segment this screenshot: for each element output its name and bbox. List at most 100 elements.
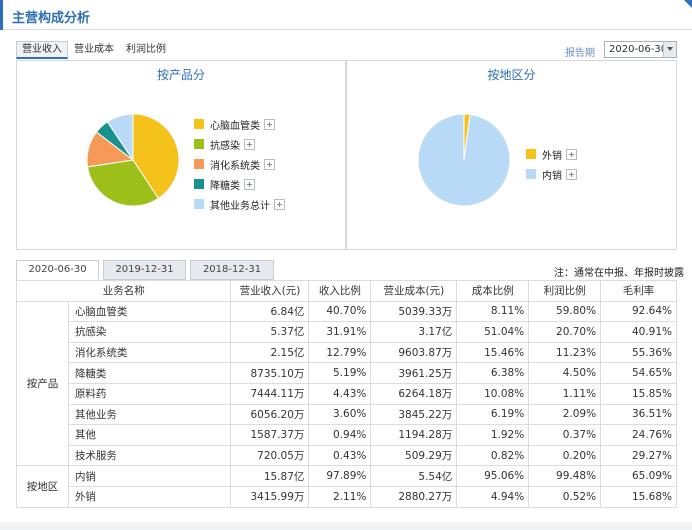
row-value: 40.91% [600, 321, 677, 343]
legend-item[interactable]: 降糖类 [194, 174, 285, 194]
table-row: 抗感染 5.37亿 31.91% 3.17亿 51.04% 20.70% 40.91% [17, 321, 677, 343]
row-value: 7444.11万 [230, 382, 310, 405]
title-accent [0, 0, 3, 30]
pie-slice[interactable] [417, 113, 511, 207]
composition-table: 业务名称 营业收入(元) 收入比例 营业成本(元) 成本比例 利润比例 毛利率 … [15, 280, 677, 508]
row-value: 0.20% [528, 444, 602, 467]
row-business-name: 其他 [67, 424, 232, 446]
legend-label: 外销 [542, 150, 562, 162]
legend-label: 其他业务总计 [210, 200, 270, 212]
legend-label: 抗感染 [210, 140, 240, 152]
header-business-name: 业务名称 [15, 280, 232, 302]
disclosure-note: 注：通常在中报、年报时披露 [554, 268, 684, 279]
row-business-name: 外销 [67, 485, 232, 508]
report-period-select[interactable]: 2020-06-30 [604, 41, 677, 58]
row-value: 36.51% [600, 403, 677, 426]
legend-swatch [194, 119, 204, 129]
row-value: 15.87亿 [230, 465, 310, 487]
expand-plus-icon[interactable] [274, 198, 285, 210]
row-business-name: 消化系统类 [67, 341, 232, 364]
row-value: 720.05万 [230, 444, 310, 467]
report-period-label: 报告期 [565, 48, 595, 59]
table-row: 按产品 心脑血管类 6.84亿 40.70% 5039.33万 8.11% 59.80% 92… [16, 300, 677, 467]
row-value: 5.37亿 [230, 321, 310, 343]
tab-revenue[interactable]: 营业收入 [16, 41, 68, 59]
row-value: 10.08% [456, 382, 530, 405]
date-tab-2019-12-31[interactable]: 2019-12-31 [103, 260, 186, 280]
legend-swatch [194, 179, 204, 189]
legend-item[interactable]: 内销 [526, 164, 577, 184]
row-value: 95.06% [456, 465, 530, 487]
row-value: 97.89% [308, 465, 372, 487]
expand-plus-icon[interactable] [566, 148, 577, 160]
row-value: 3415.99万 [230, 485, 310, 508]
legend-item[interactable]: 抗感染 [194, 134, 285, 154]
table-row: 外销 3415.99万 2.11% 2880.27万 4.94% 0.52% 15.68% [17, 485, 677, 508]
corner-decoration [684, 0, 692, 8]
header-profit-ratio: 利润比例 [528, 280, 602, 302]
legend-item[interactable]: 消化系统类 [194, 154, 285, 174]
row-business-name: 其他业务 [67, 403, 232, 426]
row-value: 29.27% [600, 444, 677, 467]
row-value: 2.11% [308, 485, 372, 508]
expand-plus-icon[interactable] [264, 158, 275, 170]
row-value: 20.70% [528, 321, 602, 343]
row-value: 40.70% [308, 300, 372, 323]
legend-swatch [194, 199, 204, 209]
row-value: 11.23% [528, 341, 602, 364]
table-row: 技术服务 720.05万 0.43% 509.29万 0.82% 0.20% 29.27% [17, 444, 677, 467]
table-row: 原料药 7444.11万 4.43% 6264.18万 10.08% 1.11% 15.85… [17, 382, 677, 405]
header-cost-ratio: 成本比例 [456, 280, 530, 302]
table-row: 按地区 内销 15.87亿 97.89% 5.54亿 95.06% 99.48% 65.09% [16, 465, 677, 508]
row-value: 92.64% [600, 300, 677, 323]
tab-cost[interactable]: 营业成本 [68, 41, 120, 59]
row-value: 3.17亿 [370, 321, 458, 343]
table-header-row: 业务名称 营业收入(元) 收入比例 营业成本(元) 成本比例 利润比例 毛利率 [15, 280, 677, 302]
row-value: 31.91% [308, 321, 372, 343]
title-bar: 主营构成分析 [0, 0, 692, 30]
expand-plus-icon[interactable] [566, 168, 577, 180]
legend-swatch [194, 139, 204, 149]
row-business-name: 心脑血管类 [67, 300, 232, 323]
expand-plus-icon[interactable] [244, 178, 255, 190]
row-value: 5.54亿 [370, 465, 458, 487]
region-chart-panel: 按地区分 外销 内销 [346, 60, 677, 250]
row-business-name: 技术服务 [67, 444, 232, 467]
row-value: 2880.27万 [370, 485, 458, 508]
date-tab-2020-06-30[interactable]: 2020-06-30 [16, 260, 99, 280]
row-value: 9603.87万 [370, 341, 458, 364]
row-business-name: 内销 [67, 465, 232, 487]
legend-item[interactable]: 心脑血管类 [194, 114, 285, 134]
header-revenue: 营业收入(元) [230, 280, 310, 302]
expand-plus-icon[interactable] [244, 138, 255, 150]
row-value: 59.80% [528, 300, 602, 323]
row-value: 6.38% [456, 362, 530, 384]
table-row: 其他 1587.37万 0.94% 1194.28万 1.92% 0.37% 24.76% [17, 424, 677, 446]
row-business-name: 原料药 [67, 382, 232, 405]
product-legend: 心脑血管类抗感染消化系统类 降糖类其他业务总计 [194, 114, 285, 214]
expand-plus-icon[interactable] [264, 118, 275, 130]
legend-swatch [194, 159, 204, 169]
header-cost: 营业成本(元) [370, 280, 458, 302]
row-value: 0.82% [456, 444, 530, 467]
row-value: 1194.28万 [370, 424, 458, 446]
row-business-name: 降糖类 [67, 362, 232, 384]
tab-profit-ratio[interactable]: 利润比例 [120, 41, 172, 59]
date-tab-2018-12-31[interactable]: 2018-12-31 [190, 260, 274, 280]
metric-tabs: 营业收入 营业成本 利润比例 [16, 41, 172, 59]
chevron-down-icon[interactable] [663, 42, 676, 57]
main-composition-widget: 主营构成分析 营业收入 营业成本 利润比例 报告期 2020-06-30 按产品… [0, 0, 692, 530]
row-value: 5039.33万 [370, 300, 458, 323]
row-value: 3.60% [308, 403, 372, 426]
row-value: 2.09% [528, 403, 602, 426]
legend-item[interactable]: 其他业务总计 [194, 194, 285, 214]
legend-label: 内销 [542, 170, 562, 182]
legend-swatch [526, 149, 536, 159]
row-value: 54.65% [600, 362, 677, 384]
row-value: 15.46% [456, 341, 530, 364]
legend-label: 心脑血管类 [210, 120, 260, 132]
row-value: 99.48% [528, 465, 602, 487]
legend-item[interactable]: 外销 [526, 144, 577, 164]
group-label: 按产品 [16, 300, 69, 467]
region-pie-chart [417, 113, 511, 207]
